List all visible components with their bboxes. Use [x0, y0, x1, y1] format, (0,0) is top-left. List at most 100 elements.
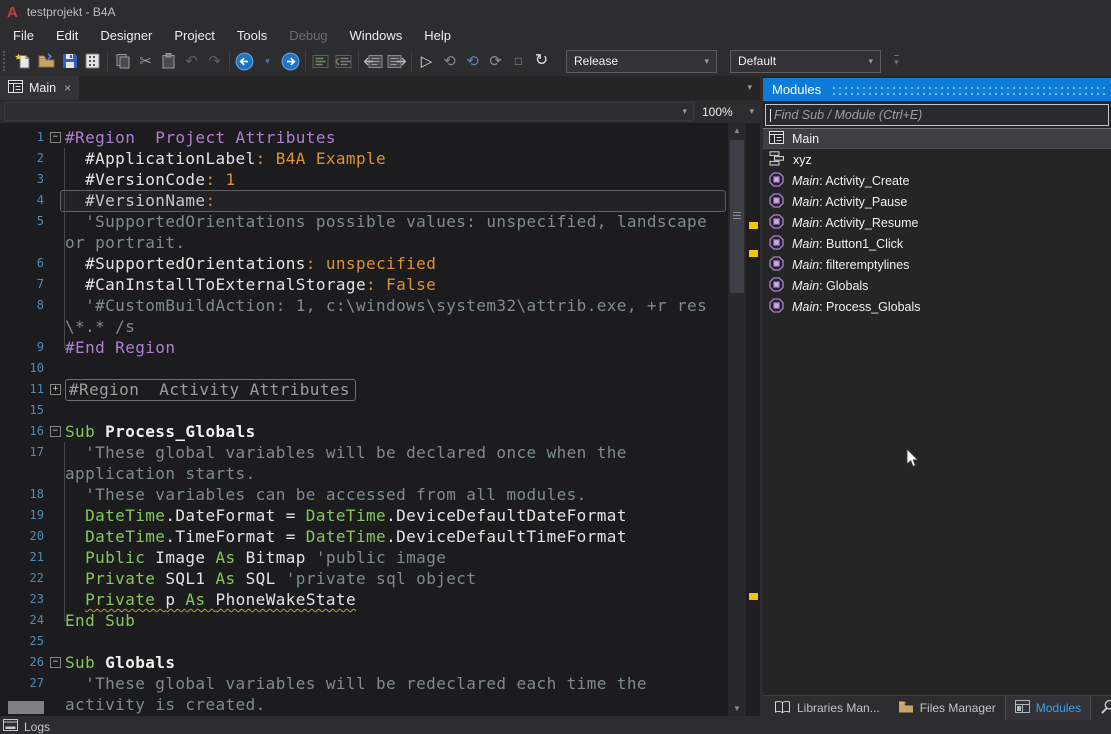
module-item-xyz[interactable]: xyz [763, 149, 1111, 170]
code-line-25[interactable]: 25 [0, 631, 760, 652]
debug-bridge-icon[interactable]: ⟲ [438, 49, 461, 73]
code-line-27[interactable]: 27 'These global variables will be redec… [0, 673, 760, 694]
build-target-dropdown[interactable]: Default ▾ [730, 50, 881, 73]
warning-marker[interactable] [749, 593, 758, 600]
module-item-activity_pause[interactable]: Main: Activity_Pause [763, 191, 1111, 212]
menu-file[interactable]: File [2, 25, 45, 46]
sub-navigation-dropdown[interactable]: ▾ [4, 102, 694, 121]
code-line-21[interactable]: 21 Public Image As Bitmap 'public image [0, 547, 760, 568]
code-line-18[interactable]: 18 'These variables can be accessed from… [0, 484, 760, 505]
navigate-back-dropdown-icon[interactable]: ▾ [256, 49, 279, 73]
code-line-wrap[interactable]: application starts. [0, 463, 760, 484]
copy-icon[interactable] [111, 49, 134, 73]
tab-main[interactable]: Main × [0, 76, 79, 100]
code-line-17[interactable]: 17 'These global variables will be decla… [0, 442, 760, 463]
code-line-8[interactable]: 8 '#CustomBuildAction: 1, c:\windows\sys… [0, 295, 760, 316]
code-editor[interactable]: 1−#Region Project Attributes2 #Applicati… [0, 123, 760, 716]
code-line-24[interactable]: 24 End Sub [0, 610, 760, 631]
menu-designer[interactable]: Designer [89, 25, 163, 46]
paste-icon[interactable] [157, 49, 180, 73]
menu-windows[interactable]: Windows [339, 25, 414, 46]
clean-project-icon[interactable]: ↻ [530, 49, 553, 73]
uncomment-selection-icon[interactable] [332, 49, 355, 73]
fold-collapse-icon[interactable]: − [50, 657, 61, 668]
code-line-20[interactable]: 20 DateTime.TimeFormat = DateTime.Device… [0, 526, 760, 547]
menu-edit[interactable]: Edit [45, 25, 89, 46]
code-text: '#CustomBuildAction: 1, c:\windows\syste… [65, 295, 707, 316]
fold-collapse-icon[interactable]: − [50, 132, 61, 143]
scrollbar-thumb[interactable] [730, 140, 744, 293]
code-line-5[interactable]: 5 'SupportedOrientations possible values… [0, 211, 760, 232]
navigate-back-icon[interactable] [233, 49, 256, 73]
document-list-dropdown-icon[interactable]: ▾ [747, 82, 752, 93]
editor-zoom-dropdown[interactable]: 100% ▾ [700, 102, 756, 121]
scroll-down-icon[interactable]: ▼ [728, 704, 746, 713]
code-line-16[interactable]: 16−Sub Process_Globals [0, 421, 760, 442]
menu-help[interactable]: Help [413, 25, 462, 46]
code-line-7[interactable]: 7 #CanInstallToExternalStorage: False [0, 274, 760, 295]
menu-tools[interactable]: Tools [226, 25, 278, 46]
editor-vertical-scrollbar[interactable]: ▲ ▼ [728, 123, 746, 716]
next-sub-icon[interactable] [385, 49, 408, 73]
modules-panel-header[interactable]: Modules [763, 78, 1111, 101]
close-icon[interactable]: × [64, 81, 71, 95]
undo-icon[interactable]: ↶ [180, 49, 203, 73]
toolbar-overflow-button[interactable]: ▾ [894, 55, 899, 68]
toolbar-grip[interactable] [3, 51, 8, 71]
scroll-up-icon[interactable]: ▲ [728, 126, 746, 135]
code-line-3[interactable]: 3 #VersionCode: 1 [0, 169, 760, 190]
warning-marker[interactable] [749, 250, 758, 257]
code-line-wrap[interactable]: or portrait. [0, 232, 760, 253]
code-line-2[interactable]: 2 #ApplicationLabel: B4A Example [0, 148, 760, 169]
open-project-icon[interactable] [35, 49, 58, 73]
module-item-process_globals[interactable]: Main: Process_Globals [763, 296, 1111, 317]
wifi-bridge-icon[interactable]: ⟲ [461, 49, 484, 73]
build-configuration-dropdown[interactable]: Release ▾ [566, 50, 717, 73]
line-number: 24 [0, 610, 44, 631]
save-icon[interactable] [58, 49, 81, 73]
module-item-filteremptylines[interactable]: Main: filteremptylines [763, 254, 1111, 275]
previous-sub-icon[interactable] [362, 49, 385, 73]
panel-tab-quick[interactable]: Quick [1091, 696, 1111, 720]
code-line-1[interactable]: 1−#Region Project Attributes [0, 127, 760, 148]
run-icon[interactable]: ▷ [415, 49, 438, 73]
panel-tab-files-manager[interactable]: Files Manager [889, 696, 1005, 720]
comment-selection-icon[interactable] [309, 49, 332, 73]
code-line-19[interactable]: 19 DateTime.DateFormat = DateTime.Device… [0, 505, 760, 526]
fold-expand-icon[interactable]: + [50, 384, 61, 395]
usb-connect-icon[interactable]: ⟳ [484, 49, 507, 73]
code-line-11[interactable]: 11+#Region Activity Attributes [0, 379, 760, 400]
code-line-9[interactable]: 9#End Region [0, 337, 760, 358]
warning-marker[interactable] [749, 222, 758, 229]
cut-icon[interactable]: ✂ [134, 49, 157, 73]
horizontal-scrollbar-thumb[interactable] [8, 701, 44, 714]
code-text: End Sub [65, 610, 135, 631]
search-input[interactable] [772, 107, 1108, 123]
export-zip-icon[interactable] [81, 49, 104, 73]
navigate-forward-icon[interactable] [279, 49, 302, 73]
stop-icon[interactable]: □ [507, 49, 530, 73]
sub-icon [769, 193, 784, 211]
module-item-main[interactable]: Main [763, 128, 1111, 149]
code-line-22[interactable]: 22 Private SQL1 As SQL 'private sql obje… [0, 568, 760, 589]
code-line-wrap[interactable]: activity is created. [0, 694, 760, 715]
code-line-15[interactable]: 15 [0, 400, 760, 421]
code-line-10[interactable]: 10 [0, 358, 760, 379]
code-line-wrap[interactable]: \*.* /s [0, 316, 760, 337]
tab-logs[interactable]: Logs [3, 719, 50, 734]
line-number: 15 [0, 400, 44, 421]
module-item-button1_click[interactable]: Main: Button1_Click [763, 233, 1111, 254]
code-line-6[interactable]: 6 #SupportedOrientations: unspecified [0, 253, 760, 274]
code-line-23[interactable]: 23 Private p As PhoneWakeState [0, 589, 760, 610]
module-item-activity_create[interactable]: Main: Activity_Create [763, 170, 1111, 191]
modules-list: MainxyzMain: Activity_CreateMain: Activi… [763, 128, 1111, 317]
module-item-activity_resume[interactable]: Main: Activity_Resume [763, 212, 1111, 233]
fold-collapse-icon[interactable]: − [50, 426, 61, 437]
panel-tab-modules[interactable]: Modules [1005, 696, 1091, 720]
panel-tab-libraries-man-[interactable]: Libraries Man... [765, 696, 889, 720]
code-line-26[interactable]: 26−Sub Globals [0, 652, 760, 673]
menu-project[interactable]: Project [163, 25, 225, 46]
module-item-globals[interactable]: Main: Globals [763, 275, 1111, 296]
new-project-icon[interactable] [12, 49, 35, 73]
redo-icon[interactable]: ↷ [203, 49, 226, 73]
